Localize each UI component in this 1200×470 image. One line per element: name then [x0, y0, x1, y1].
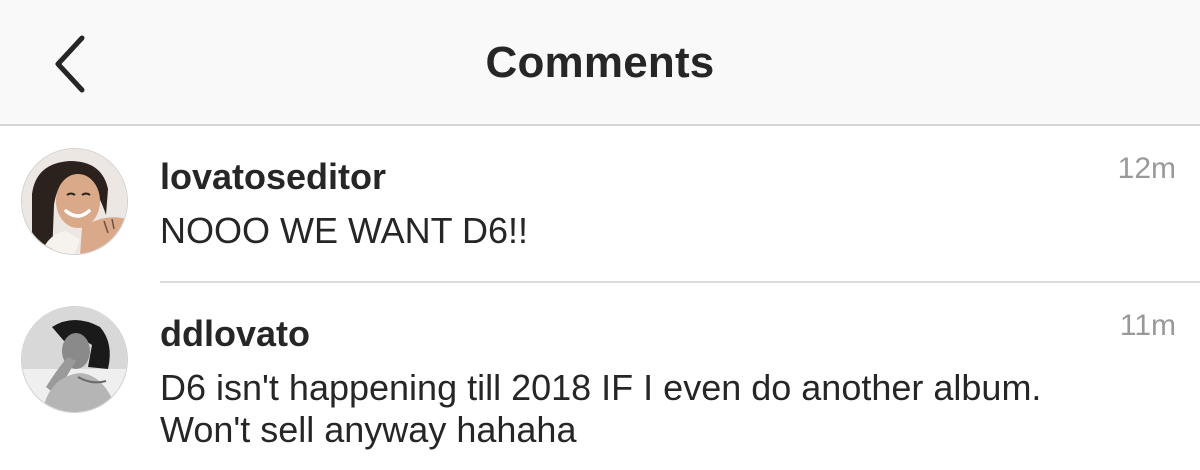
comment-username[interactable]: ddlovato: [160, 313, 310, 355]
comment-text: NOOO WE WANT D6!!: [160, 210, 529, 251]
comment-item: ddlovato D6 isn't happening till 2018 IF…: [0, 283, 1200, 470]
comments-screen: Comments lovatoseditor NOOO WE WANT D6!!…: [0, 0, 1200, 470]
comment-item: lovatoseditor NOOO WE WANT D6!! 12m: [0, 128, 1200, 281]
avatar[interactable]: [21, 148, 128, 255]
comment-text: D6 isn't happening till 2018 IF I even d…: [160, 367, 1042, 450]
comment-timestamp: 11m: [1119, 309, 1176, 342]
avatar-photo: [22, 307, 127, 412]
navigation-bar: Comments: [0, 0, 1200, 126]
comment-username[interactable]: lovatoseditor: [160, 156, 386, 198]
comment-timestamp: 12m: [1117, 152, 1176, 185]
page-title: Comments: [485, 38, 715, 87]
avatar[interactable]: [21, 306, 128, 413]
avatar-photo: [22, 149, 127, 254]
